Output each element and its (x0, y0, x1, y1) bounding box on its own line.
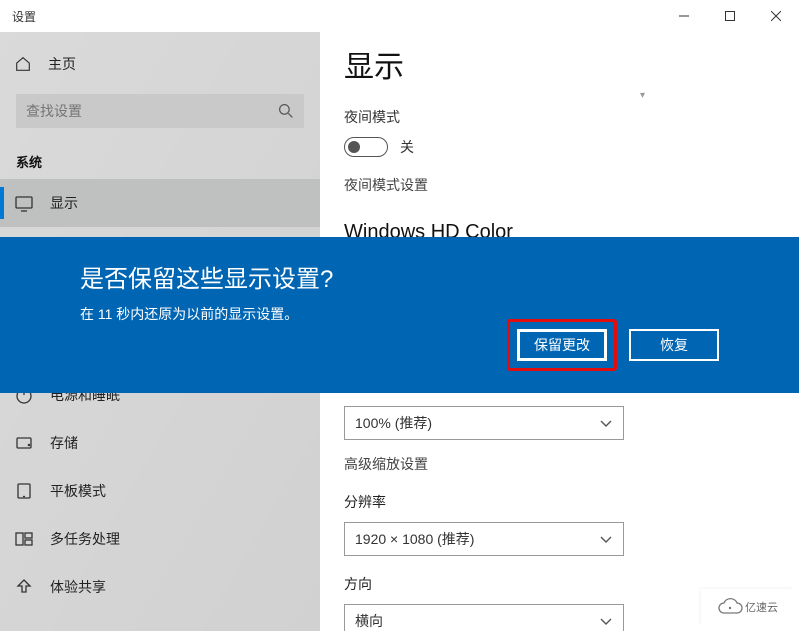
sidebar-item-label: 体验共享 (50, 577, 106, 597)
keep-changes-button[interactable]: 保留更改 (517, 329, 607, 361)
orientation-select[interactable]: 横向 (344, 604, 624, 631)
sidebar-item-tablet[interactable]: 平板模式 (0, 467, 320, 515)
title-bar: 设置 (0, 0, 799, 32)
resolution-label: 分辨率 (344, 492, 775, 512)
watermark: 亿速云 (701, 589, 793, 625)
storage-icon (14, 433, 34, 453)
sidebar-item-share[interactable]: 体验共享 (0, 563, 320, 611)
revert-button[interactable]: 恢复 (629, 329, 719, 361)
night-mode-state: 关 (400, 137, 414, 157)
cloud-icon: 亿速云 (712, 595, 782, 619)
display-icon (14, 193, 34, 213)
search-input[interactable] (26, 103, 278, 119)
maximize-button[interactable] (707, 0, 753, 32)
sidebar-item-multitask[interactable]: 多任务处理 (0, 515, 320, 563)
chevron-down-icon: ▾ (344, 90, 775, 101)
sidebar-item-storage[interactable]: 存储 (0, 419, 320, 467)
search-icon (278, 103, 294, 119)
sidebar-item-label: 平板模式 (50, 481, 106, 501)
orientation-value: 横向 (355, 611, 383, 631)
advanced-scale-link[interactable]: 高级缩放设置 (344, 454, 775, 474)
sidebar-section-label: 系统 (0, 132, 320, 179)
resolution-value: 1920 × 1080 (推荐) (355, 529, 474, 549)
tablet-icon (14, 481, 34, 501)
home-icon (14, 55, 32, 73)
scale-value: 100% (推荐) (355, 413, 432, 433)
sidebar-item-label: 存储 (50, 433, 78, 453)
search-box[interactable] (16, 94, 304, 128)
highlight-box: 保留更改 (507, 319, 617, 371)
sidebar-home[interactable]: 主页 (0, 40, 320, 88)
window-title: 设置 (0, 8, 36, 25)
night-mode-label: 夜间模式 (344, 107, 775, 127)
svg-text:亿速云: 亿速云 (745, 601, 778, 614)
multitask-icon (14, 529, 34, 549)
sidebar-item-display[interactable]: 显示 (0, 179, 320, 227)
resolution-select[interactable]: 1920 × 1080 (推荐) (344, 522, 624, 556)
chevron-down-icon (599, 532, 613, 546)
night-mode-toggle[interactable] (344, 137, 388, 157)
minimize-button[interactable] (661, 0, 707, 32)
night-mode-settings-link[interactable]: 夜间模式设置 (344, 175, 775, 195)
page-title: 显示 (344, 42, 775, 86)
confirm-dialog: 是否保留这些显示设置? 在 11 秒内还原为以前的显示设置。 保留更改 恢复 (0, 237, 799, 393)
dialog-title: 是否保留这些显示设置? (80, 259, 719, 294)
chevron-down-icon (599, 416, 613, 430)
sidebar-home-label: 主页 (48, 54, 76, 74)
sidebar-item-label: 多任务处理 (50, 529, 120, 549)
share-icon (14, 577, 34, 597)
close-button[interactable] (753, 0, 799, 32)
scale-select[interactable]: 100% (推荐) (344, 406, 624, 440)
chevron-down-icon (599, 614, 613, 628)
window-controls (661, 0, 799, 32)
sidebar-item-label: 显示 (50, 193, 78, 213)
